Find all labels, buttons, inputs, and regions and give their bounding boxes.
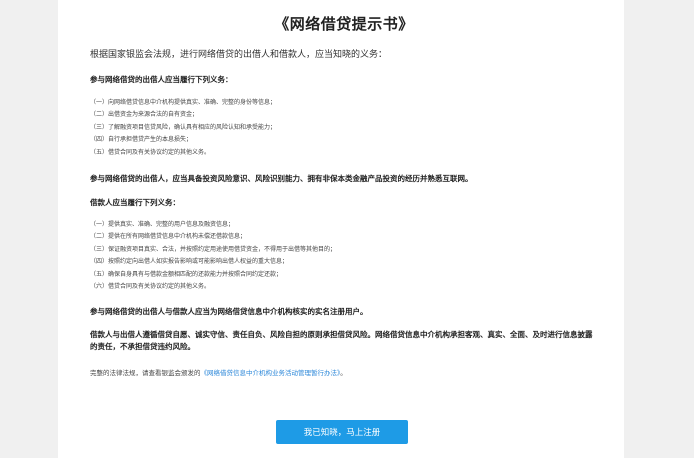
law-prefix: 完整的法律法规，请查看银监会颁发的	[90, 369, 201, 378]
risk-statement: 参与网络借贷的出借人，应当具备投资风险意识、风险识别能力、拥有非保本类金融产品投…	[90, 174, 473, 184]
borrower-obligations-list: （一）提供真实、准确、完整的用户信息及融资信息； （二）提供在所有网络借贷信息中…	[90, 219, 598, 293]
law-suffix: 。	[340, 369, 347, 378]
list-item: （一）向网络借贷信息中介机构提供真实、准确、完整的身份等信息；	[90, 99, 277, 106]
list-item: （四）按照约定向出借人如实报告影响或可能影响出借人权益的重大信息；	[90, 258, 289, 266]
lender-obligations-list: （一）向网络借贷信息中介机构提供真实、准确、完整的身份等信息； （二）出借资金为…	[90, 97, 598, 159]
law-reference: 完整的法律法规，请查看银监会颁发的《网络借贷信息中介机构业务活动管理暂行办法》。	[90, 367, 598, 377]
intro-text: 根据国家银监会法规，进行网络借贷的出借人和借款人，应当知晓的义务：	[90, 50, 388, 60]
page-title: 《网络借贷提示书》	[274, 15, 414, 33]
list-item: （五）确保自身具有与借款金额相匹配的还款能力并按照合同约定还款；	[90, 270, 283, 278]
duty-statement: 借款人与出借人遵循借贷自愿、诚实守信、责任自负、风险自担的原则承担借贷风险。网络…	[90, 330, 593, 352]
list-item: （二）出借资金为来源合法的自有资金；	[90, 111, 199, 119]
list-item: （三）了解融资项目信贷风险，确认具有相应的风险认知和承受能力；	[90, 123, 277, 131]
list-item: （一）提供真实、准确、完整的用户信息及融资信息；	[90, 221, 235, 229]
regulation-link[interactable]: 《网络借贷信息中介机构业务活动管理暂行办法》	[201, 369, 341, 377]
acknowledge-register-button[interactable]: 我已知晓，马上注册	[276, 420, 408, 444]
list-item: （二）提供在所有网络借贷信息中介机构未偿还借款信息；	[90, 233, 247, 241]
list-item: （五）借贷合同及有关协议约定的其他义务。	[90, 148, 211, 156]
realname-notice: 参与网络借贷的出借人与借款人应当为网络借贷信息中介机构核实的实名注册用户。	[90, 307, 368, 317]
list-item: （四）自行承担借贷产生的本息损失；	[90, 136, 193, 144]
notice-card: 《网络借贷提示书》 根据国家银监会法规，进行网络借贷的出借人和借款人，应当知晓的…	[58, 0, 624, 458]
lender-heading: 参与网络借贷的出借人应当履行下列义务：	[90, 75, 233, 84]
list-item: （六）借贷合同及有关协议约定的其他义务。	[90, 283, 211, 291]
borrower-heading: 借款人应当履行下列义务：	[90, 198, 180, 208]
list-item: （三）保证融资项目真实、合法，并按照约定用途使用借贷资金，不得用于出借等其他目的…	[90, 245, 337, 253]
